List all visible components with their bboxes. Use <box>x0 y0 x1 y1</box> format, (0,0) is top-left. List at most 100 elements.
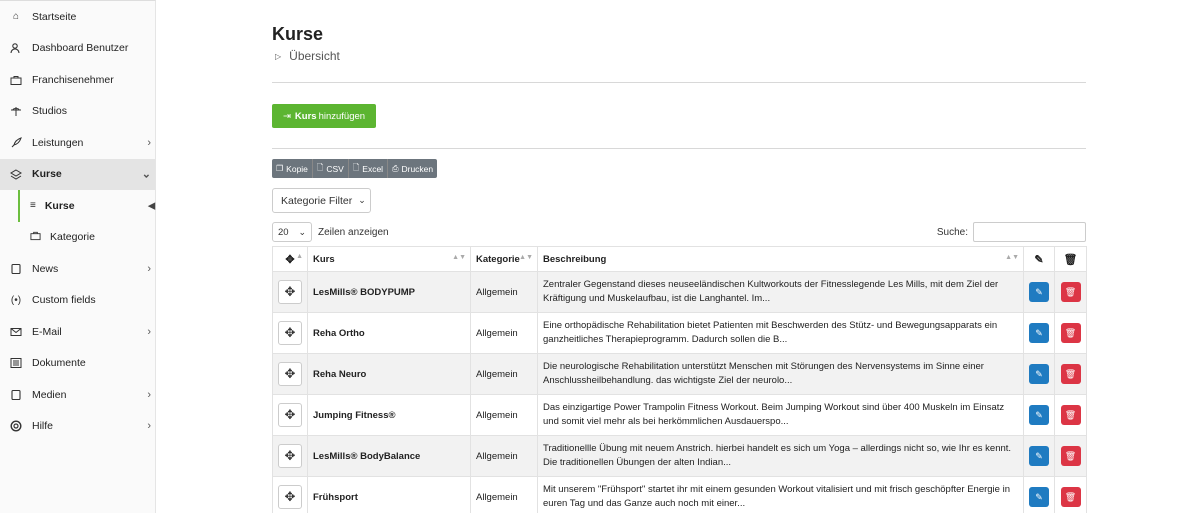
delete-button[interactable]: 🗑 <box>1060 405 1081 425</box>
copy-button[interactable]: ❐ Kopie <box>272 159 313 178</box>
add-icon: ⇥ <box>282 110 291 122</box>
delete-button[interactable]: 🗑 <box>1060 323 1081 343</box>
course-category: Allgemein <box>470 271 538 313</box>
sidebar: ⌂ Startseite Dashboard Benutzer Franchis… <box>0 0 156 513</box>
sort-icon: ▲ <box>296 252 303 260</box>
print-label: Drucken <box>401 163 434 174</box>
length-label: Zeilen anzeigen <box>318 226 389 238</box>
delete-button[interactable]: 🗑 <box>1060 446 1081 466</box>
sidebar-item-dokumente[interactable]: Dokumente <box>0 348 155 380</box>
export-button-group: ❐ Kopie 🗋 CSV 🗋 Excel ⎙ Drucken <box>272 159 438 178</box>
chevron-down-icon: ⌄ <box>298 226 306 237</box>
chevron-right-icon: › <box>147 420 151 433</box>
sidebar-item-label: Franchisenehmer <box>32 73 114 86</box>
sort-icon: ▲▼ <box>452 253 466 261</box>
course-category: Allgemein <box>470 476 538 513</box>
table-row: ✥ Reha Neuro Allgemein Die neurologische Re… <box>272 353 1087 395</box>
rows-per-page-select[interactable]: 20 ⌄ <box>272 222 312 242</box>
move-icon[interactable]: ✥ <box>278 362 302 386</box>
edit-button[interactable]: ✎ <box>1029 364 1049 384</box>
sidebar-item-label: Dokumente <box>32 357 86 370</box>
move-icon: ✥ <box>285 253 295 266</box>
sidebar-item-dashboard-benutzer[interactable]: Dashboard Benutzer <box>0 33 155 65</box>
sidebar-subitem-label: Kategorie <box>50 231 95 244</box>
sidebar-item-label: Kurse <box>32 168 62 181</box>
table-header-row: ✥ ▲ Kurs ▲▼ Kategorie ▲▼ Beschreibung ▲▼ ✎ 🗑 <box>272 246 1087 272</box>
table-row: ✥ LesMills® BodyBalance Allgemein Tradition… <box>272 435 1087 477</box>
sort-icon: ▲▼ <box>1005 253 1019 261</box>
help-icon <box>10 420 22 432</box>
sidebar-item-news[interactable]: News › <box>0 253 155 285</box>
file-icon: 🗋 <box>316 162 324 172</box>
add-button-rest: hinzufügen <box>318 110 366 122</box>
add-course-button[interactable]: ⇥ Kurs hinzufügen <box>272 104 376 128</box>
search-input[interactable] <box>973 222 1086 242</box>
excel-label: Excel <box>362 163 384 174</box>
edit-button[interactable]: ✎ <box>1029 323 1049 343</box>
sidebar-item-studios[interactable]: Studios <box>0 96 155 128</box>
drag-handle-cell: ✥ <box>272 271 308 313</box>
sidebar-item-label: Startseite <box>32 10 77 23</box>
sidebar-item-email[interactable]: E-Mail › <box>0 316 155 348</box>
category-filter-dropdown[interactable]: Kategorie Filter ⌄ <box>272 188 371 213</box>
move-icon[interactable]: ✥ <box>278 444 302 468</box>
sidebar-subitem-kurse[interactable]: ≡ Kurse ◀ <box>0 190 155 222</box>
delete-cell: 🗑 <box>1054 476 1087 513</box>
sidebar-item-medien[interactable]: Medien › <box>0 379 155 411</box>
excel-button[interactable]: 🗋 Excel <box>348 159 389 178</box>
play-outline-icon: ▷ <box>275 51 282 61</box>
sidebar-item-label: Hilfe <box>32 420 54 433</box>
move-icon[interactable]: ✥ <box>278 321 302 345</box>
add-button-bold: Kurs <box>294 110 317 122</box>
edit-button[interactable]: ✎ <box>1029 405 1049 425</box>
custom-fields-icon: (•) <box>10 294 22 306</box>
edit-button[interactable]: ✎ <box>1029 446 1049 466</box>
column-header-beschreibung[interactable]: Beschreibung ▲▼ <box>537 246 1024 272</box>
sidebar-item-startseite[interactable]: ⌂ Startseite <box>0 1 155 33</box>
active-caret-icon: ◀ <box>148 200 155 211</box>
sidebar-item-leistungen[interactable]: Leistungen › <box>0 127 155 159</box>
drag-handle-cell: ✥ <box>272 476 308 513</box>
sidebar-item-label: Custom fields <box>32 294 96 307</box>
copy-icon: ❐ <box>276 164 284 173</box>
sidebar-item-franchisenehmer[interactable]: Franchisenehmer <box>0 64 155 96</box>
csv-button[interactable]: 🗋 CSV <box>312 159 349 178</box>
course-description: Die neurologische Rehabilitation unterst… <box>537 353 1024 395</box>
column-header-kategorie[interactable]: Kategorie ▲▼ <box>470 246 538 272</box>
reorder-column-header[interactable]: ✥ ▲ <box>272 246 308 272</box>
move-icon[interactable]: ✥ <box>278 485 302 509</box>
copy-label: Kopie <box>286 163 308 174</box>
course-description: Eine orthopädische Rehabilitation bietet… <box>537 312 1024 354</box>
course-name: Reha Ortho <box>307 312 471 354</box>
media-icon <box>10 389 22 401</box>
print-button[interactable]: ⎙ Drucken <box>388 159 438 178</box>
briefcase-icon <box>10 74 22 86</box>
course-name: LesMills® BODYPUMP <box>307 271 471 313</box>
delete-button[interactable]: 🗑 <box>1060 487 1081 507</box>
home-icon: ⌂ <box>12 11 20 23</box>
sidebar-item-custom-fields[interactable]: (•) Custom fields <box>0 285 155 317</box>
news-icon <box>10 263 22 275</box>
course-name: Jumping Fitness® <box>307 394 471 436</box>
edit-button[interactable]: ✎ <box>1029 487 1049 507</box>
delete-button[interactable]: 🗑 <box>1060 282 1081 302</box>
delete-button[interactable]: 🗑 <box>1060 364 1081 384</box>
move-icon[interactable]: ✥ <box>278 403 302 427</box>
sidebar-item-hilfe[interactable]: Hilfe › <box>0 411 155 443</box>
csv-label: CSV <box>326 163 344 174</box>
edit-button[interactable]: ✎ <box>1029 282 1049 302</box>
courses-table: ✥ ▲ Kurs ▲▼ Kategorie ▲▼ Beschreibung ▲▼ ✎ 🗑… <box>272 246 1087 513</box>
course-name: Reha Neuro <box>307 353 471 395</box>
column-header-label: Kategorie <box>476 253 520 265</box>
edit-cell: ✎ <box>1023 435 1055 477</box>
sidebar-subitem-kategorie[interactable]: Kategorie <box>0 222 155 254</box>
course-category: Allgemein <box>470 435 538 477</box>
drag-handle-cell: ✥ <box>272 394 308 436</box>
column-header-kurs[interactable]: Kurs ▲▼ <box>307 246 471 272</box>
drag-handle-cell: ✥ <box>272 353 308 395</box>
chevron-right-icon: › <box>147 136 151 149</box>
document-icon <box>10 357 22 369</box>
course-description: Mit unserem "Frühsport" startet ihr mit … <box>537 476 1024 513</box>
sidebar-item-kurse[interactable]: Kurse ⌄ <box>0 158 155 190</box>
move-icon[interactable]: ✥ <box>278 280 302 304</box>
